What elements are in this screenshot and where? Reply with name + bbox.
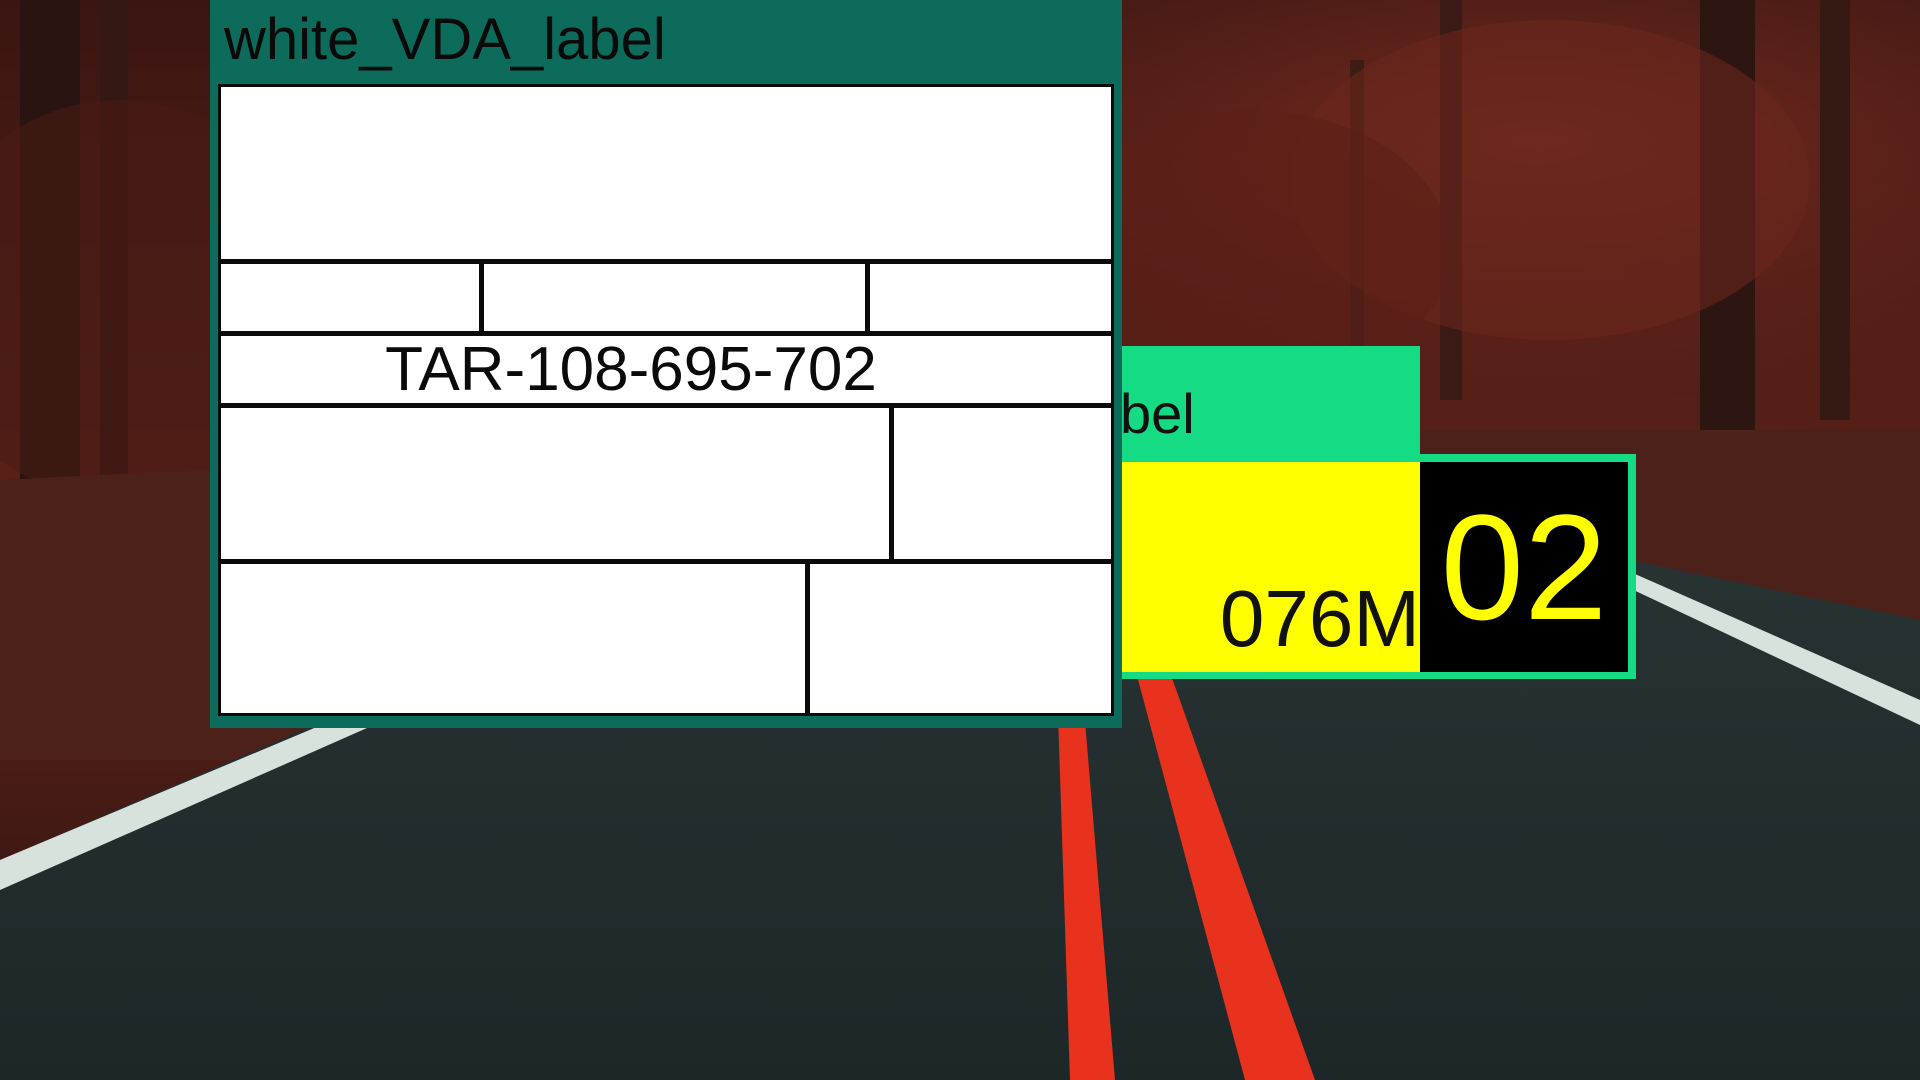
label-divider-2 xyxy=(865,259,870,331)
white-label-title: white_VDA_label xyxy=(224,7,666,72)
label-rule-1 xyxy=(221,259,1111,264)
label-divider-4 xyxy=(805,559,810,713)
label-divider-1 xyxy=(479,259,484,331)
label-divider-3 xyxy=(889,403,894,559)
yellow-label: bel 076M 02 xyxy=(1120,346,1636,679)
label-rule-4 xyxy=(221,559,1111,564)
part-number: TAR-108-695-702 xyxy=(385,335,877,404)
yellow-label-number: 02 xyxy=(1440,483,1608,651)
white-vda-label: white_VDA_label TAR-108-695-702 xyxy=(210,0,1122,728)
yellow-label-title: bel xyxy=(1120,382,1195,445)
white-label-sheet: TAR-108-695-702 xyxy=(218,84,1114,716)
yellow-label-code: 076M xyxy=(1219,574,1420,663)
